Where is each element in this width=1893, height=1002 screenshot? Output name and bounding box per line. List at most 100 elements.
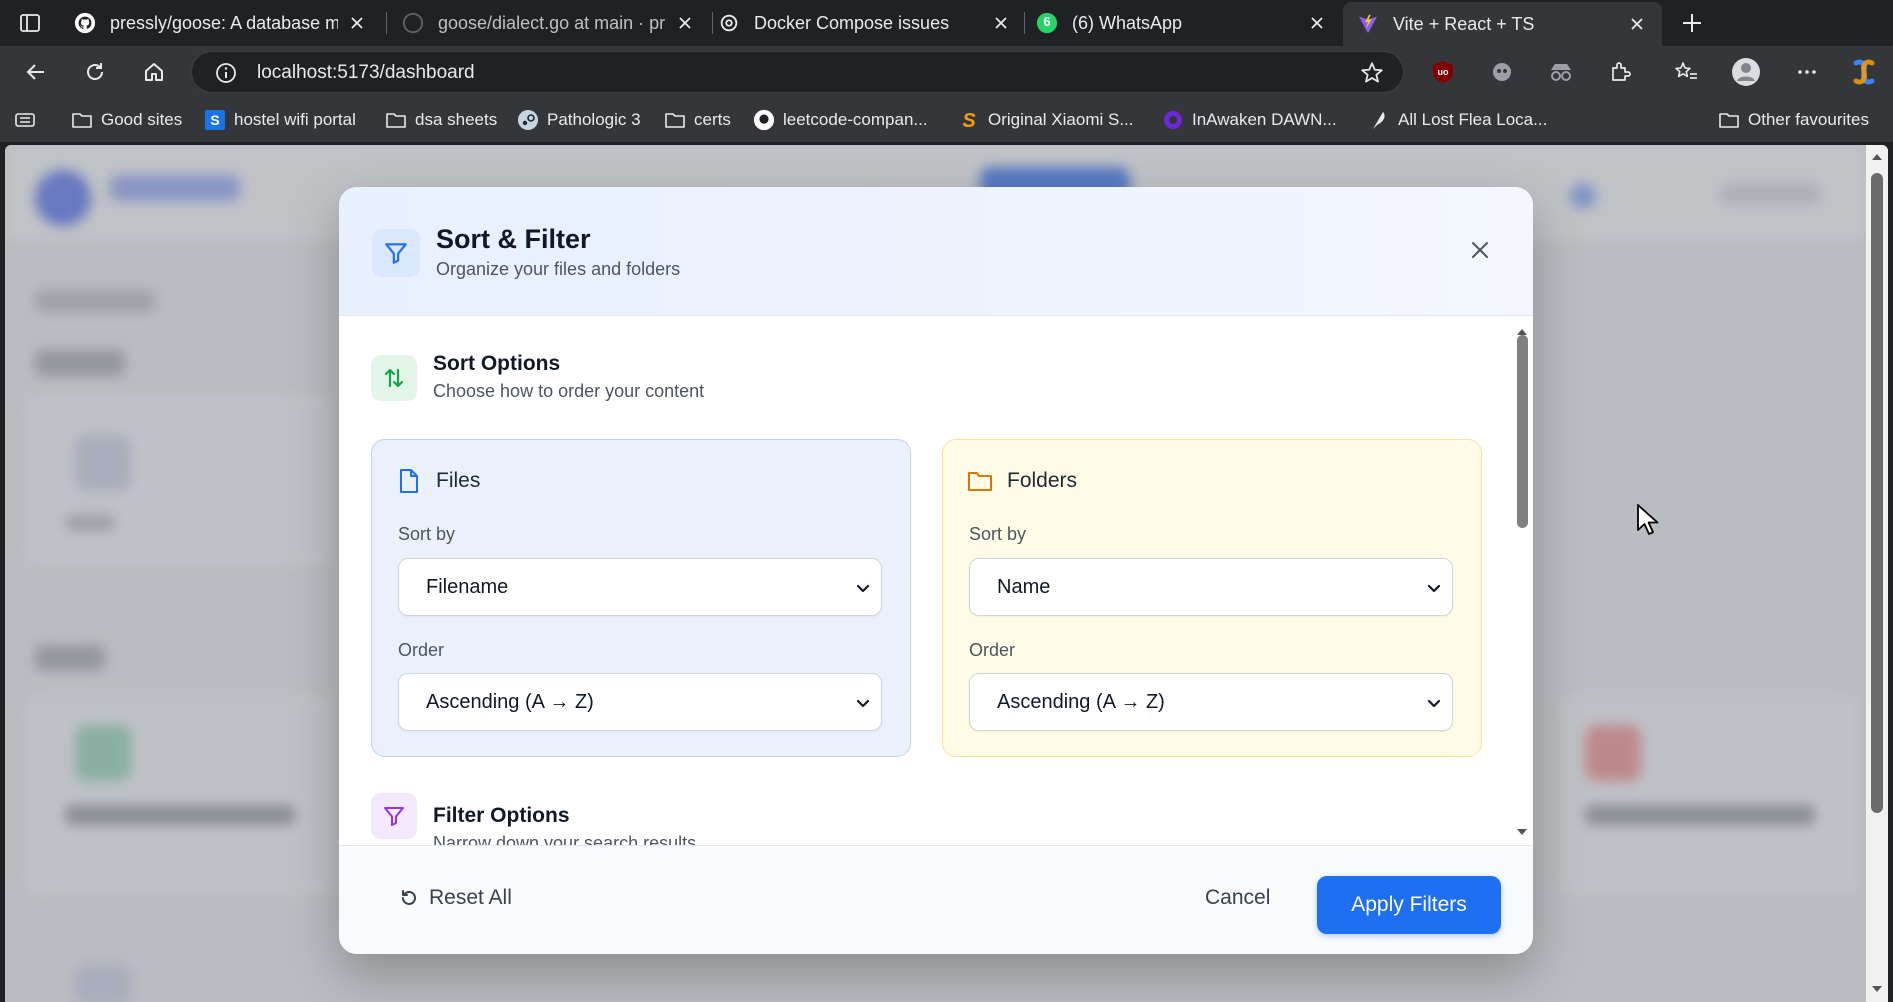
bookmark-hostel-wifi[interactable]: S hostel wifi portal [204, 108, 356, 132]
svg-text:S: S [962, 110, 976, 131]
files-order-select[interactable]: Ascending (A → Z) [398, 673, 882, 731]
favorite-star-icon[interactable] [1359, 60, 1385, 86]
refresh-button[interactable] [81, 58, 109, 86]
chevron-down-icon [856, 584, 870, 593]
bookmark-pathologic[interactable]: Pathologic 3 [517, 108, 641, 132]
folders-sort-by-value: Name [997, 576, 1051, 598]
browser-tab-strip: pressly/goose: A database mig goose/dial… [0, 0, 1893, 46]
page-scrollbar-thumb[interactable] [1871, 173, 1883, 813]
folders-order-value: Ascending (A → Z) [997, 691, 1165, 713]
profile-avatar-icon[interactable] [1731, 57, 1761, 87]
new-tab-button[interactable] [1678, 9, 1706, 37]
folders-sort-by-select[interactable]: Name [969, 558, 1453, 616]
sort-options-description: Choose how to order your content [433, 381, 705, 401]
extension-icon[interactable] [1487, 57, 1517, 87]
files-sort-by-value: Filename [426, 576, 509, 598]
whatsapp-badge: 6 [1043, 14, 1051, 29]
close-tab-icon[interactable] [1626, 13, 1648, 35]
folder-icon [1718, 109, 1740, 131]
files-sort-by-select[interactable]: Filename [398, 558, 882, 616]
folders-sort-panel: Folders Sort by Name Order Ascending (A … [942, 439, 1482, 757]
bookmark-xiaomi[interactable]: S Original Xiaomi S... [958, 108, 1134, 132]
feather-icon [1368, 109, 1390, 131]
site-info-icon[interactable] [214, 61, 238, 85]
bookmark-label: certs [694, 110, 731, 129]
reset-all-button[interactable]: Reset All [399, 886, 512, 910]
bookmarks-bar: Good sites S hostel wifi portal dsa shee… [0, 98, 1893, 142]
more-menu-icon[interactable] [1792, 57, 1822, 87]
folders-order-select[interactable]: Ascending (A → Z) [969, 673, 1453, 731]
tab-separator [386, 12, 387, 34]
bookmark-label: leetcode-compan... [783, 110, 928, 129]
bookmark-leetcode[interactable]: leetcode-compan... [753, 108, 928, 132]
files-sort-panel: Files Sort by Filename Order Ascending (… [371, 439, 911, 757]
sort-filter-modal: Sort & Filter Organize your files and fo… [339, 187, 1533, 954]
bookmark-dawn[interactable]: InAwaken DAWN... [1162, 108, 1337, 132]
bookmark-flea[interactable]: All Lost Flea Loca... [1368, 108, 1547, 132]
folder-icon [664, 109, 686, 131]
tab-title: Vite + React + TS [1393, 13, 1535, 34]
bookmark-label: Good sites [101, 110, 183, 129]
modal-body[interactable]: Sort Options Choose how to order your co… [339, 317, 1533, 845]
home-button[interactable] [140, 58, 168, 86]
folders-panel-title: Folders [1007, 469, 1078, 492]
tab-dialect-go[interactable]: goose/dialect.go at main · pres [388, 4, 710, 42]
files-sort-by-label: Sort by [398, 524, 456, 544]
folders-sort-by-label: Sort by [969, 524, 1027, 544]
incognito-extension-icon[interactable] [1546, 57, 1576, 87]
reading-view-icon[interactable] [14, 108, 36, 132]
tab-docker-compose[interactable]: Docker Compose issues [704, 4, 1026, 42]
close-tab-icon[interactable] [990, 12, 1012, 34]
modal-header: Sort & Filter Organize your files and fo… [339, 187, 1533, 316]
cancel-button[interactable]: Cancel [1205, 886, 1270, 910]
close-tab-icon[interactable] [1306, 12, 1328, 34]
filter-options-icon [371, 793, 417, 839]
bookmark-label: Original Xiaomi S... [988, 110, 1134, 129]
modal-scrollbar[interactable] [1511, 317, 1533, 845]
folders-order-label: Order [969, 640, 1016, 660]
address-bar[interactable]: localhost:5173/dashboard [191, 51, 1404, 93]
back-button[interactable] [22, 58, 50, 86]
files-panel-title: Files [436, 469, 481, 492]
favorites-icon[interactable] [1671, 57, 1701, 87]
apply-filters-button[interactable]: Apply Filters [1317, 876, 1501, 934]
github-icon [74, 12, 96, 34]
reset-icon [399, 888, 419, 908]
tab-title: pressly/goose: A database mig [110, 12, 338, 33]
ublock-extension-icon[interactable]: uo [1428, 57, 1458, 87]
bookmark-good-sites[interactable]: Good sites [71, 108, 182, 132]
sort-arrows-icon [371, 355, 417, 401]
bookmark-other-favourites[interactable]: Other favourites [1718, 108, 1869, 132]
tab-goose-repo[interactable]: pressly/goose: A database mig [60, 4, 382, 42]
copilot-icon[interactable] [1849, 57, 1879, 87]
chevron-down-icon [1427, 584, 1441, 593]
folders-panel-header: Folders [967, 468, 1077, 494]
modal-scrollbar-thumb[interactable] [1517, 335, 1528, 528]
tab-vite-react[interactable]: Vite + React + TS [1343, 2, 1662, 46]
folder-icon [967, 468, 993, 494]
chevron-down-icon [856, 699, 870, 708]
svg-text:uo: uo [1438, 67, 1449, 77]
steam-icon [517, 109, 539, 131]
extensions-puzzle-icon[interactable] [1605, 57, 1635, 87]
bookmark-certs[interactable]: certs [664, 108, 731, 132]
close-tab-icon[interactable] [346, 12, 368, 34]
whatsapp-icon: 6 [1036, 12, 1058, 34]
filter-options-title: Filter Options [433, 804, 570, 827]
close-tab-icon[interactable] [674, 12, 696, 34]
chatgpt-icon [718, 12, 740, 34]
github-icon [402, 12, 424, 34]
vite-icon [1357, 13, 1379, 35]
bookmark-label: hostel wifi portal [234, 110, 356, 129]
tab-actions-icon[interactable] [18, 11, 42, 35]
page-scrollbar[interactable] [1866, 145, 1888, 1002]
sort-options-title: Sort Options [433, 352, 561, 375]
github-icon [753, 109, 775, 131]
tab-whatsapp[interactable]: 6 (6) WhatsApp [1022, 4, 1342, 42]
folder-icon [71, 109, 93, 131]
bookmark-dsa-sheets[interactable]: dsa sheets [385, 108, 497, 132]
file-icon [396, 468, 422, 494]
modal-footer: Reset All Cancel Apply Filters [339, 845, 1533, 954]
close-icon[interactable] [1467, 237, 1493, 263]
mouse-cursor-icon [1637, 504, 1659, 535]
